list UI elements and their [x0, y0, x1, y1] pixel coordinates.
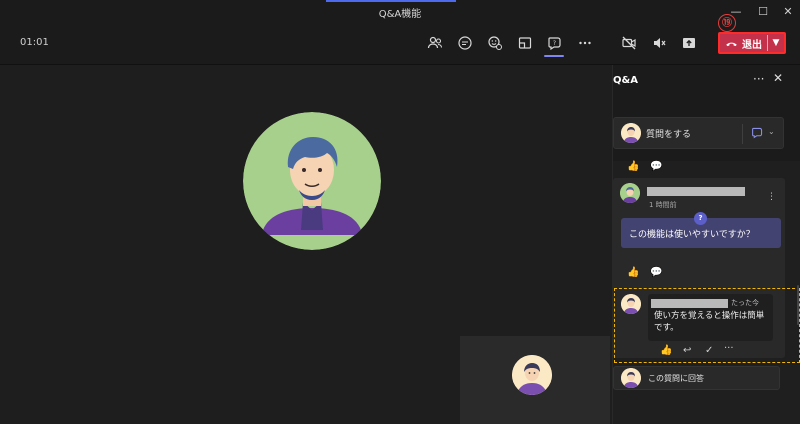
- hang-up-icon: [726, 42, 737, 46]
- panel-more-icon[interactable]: ···: [753, 72, 764, 86]
- question-more-icon[interactable]: ⋮: [767, 192, 776, 202]
- reply-bubble: たった今 使い方を覚えると操作は簡単です。: [648, 294, 773, 341]
- reply-text: 使い方を覚えると操作は簡単です。: [654, 311, 765, 333]
- leave-options-chevron-icon[interactable]: ▼: [768, 38, 784, 48]
- reply-more-icon[interactable]: ···: [724, 343, 734, 354]
- redacted-name: [647, 187, 745, 196]
- people-icon: [427, 36, 443, 49]
- maximize-button[interactable]: ☐: [751, 3, 775, 21]
- question-text: この機能は使いやすいですか？: [629, 230, 755, 240]
- camera-off-icon: [622, 36, 636, 50]
- reply-highlight: たった今 使い方を覚えると操作は簡単です。 👍 ↩ ✓ ···: [614, 288, 800, 363]
- check-icon[interactable]: ✓: [705, 345, 713, 356]
- window-title: Q&A機能: [378, 9, 422, 20]
- qna-icon[interactable]: [751, 126, 764, 139]
- ask-question-box[interactable]: 質問をする ⌄: [613, 117, 784, 149]
- avatar: [621, 123, 641, 143]
- avatar: [621, 368, 641, 388]
- self-view-avatar: [512, 355, 552, 395]
- share-button[interactable]: [678, 32, 700, 54]
- camera-toggle-button[interactable]: [618, 32, 640, 54]
- chat-button[interactable]: [454, 32, 476, 54]
- step-marker: ⑲: [718, 14, 736, 32]
- leave-button[interactable]: 退出 ▼: [718, 32, 786, 54]
- title-accent-bar: [326, 0, 456, 2]
- qna-icon: ?: [548, 37, 561, 51]
- feed-scrollbar[interactable]: [797, 285, 799, 325]
- qna-button[interactable]: ?: [544, 32, 566, 54]
- rooms-button[interactable]: [514, 32, 536, 54]
- reactions-button[interactable]: [484, 32, 506, 54]
- like-icon[interactable]: 👍: [627, 267, 639, 278]
- reply-icon[interactable]: ↩: [683, 345, 691, 356]
- comment-icon[interactable]: 💬: [650, 161, 662, 172]
- more-actions-button[interactable]: [574, 32, 596, 54]
- main-participant-avatar: [243, 112, 381, 250]
- ask-separator: [742, 124, 743, 144]
- meeting-toolbar: 01:01 ? 退出 ▼: [0, 24, 800, 65]
- title-bar: Q&A機能 — ☐ ✕: [0, 0, 800, 24]
- answer-placeholder: この質問に回答: [648, 374, 704, 383]
- share-icon: [683, 38, 695, 48]
- question-badge-icon: ?: [694, 212, 707, 225]
- comment-icon[interactable]: 💬: [650, 267, 662, 278]
- qna-panel-title: Q&A: [613, 75, 638, 86]
- rooms-icon: [518, 37, 532, 49]
- call-timer: 01:01: [20, 37, 49, 48]
- qna-active-indicator: [544, 55, 564, 57]
- more-icon: [579, 41, 591, 45]
- chat-icon: [458, 36, 472, 50]
- avatar: [621, 294, 641, 314]
- leave-main: 退出: [720, 36, 767, 51]
- people-button[interactable]: [424, 32, 446, 54]
- leave-label: 退出: [742, 39, 762, 51]
- mic-off-icon: [654, 38, 666, 48]
- reactions-icon: [488, 36, 502, 50]
- avatar: [620, 183, 640, 203]
- chevron-down-icon[interactable]: ⌄: [768, 127, 775, 136]
- answer-input[interactable]: この質問に回答: [613, 366, 780, 390]
- question-time: 1 時間前: [649, 201, 677, 209]
- like-icon[interactable]: 👍: [660, 345, 672, 356]
- svg-text:?: ?: [553, 40, 556, 47]
- like-icon[interactable]: 👍: [627, 161, 639, 172]
- redacted-name: [651, 299, 728, 308]
- ask-question-label: 質問をする: [646, 130, 692, 140]
- qna-panel: Q&A ··· ✕ 質問をする ⌄ 👍 💬 1 時間前 ⋮ この機能は使いやすい…: [612, 65, 800, 424]
- close-window-button[interactable]: ✕: [776, 3, 800, 21]
- reply-time: たった今: [731, 299, 759, 307]
- panel-close-icon[interactable]: ✕: [773, 71, 783, 85]
- mic-toggle-button[interactable]: [648, 32, 670, 54]
